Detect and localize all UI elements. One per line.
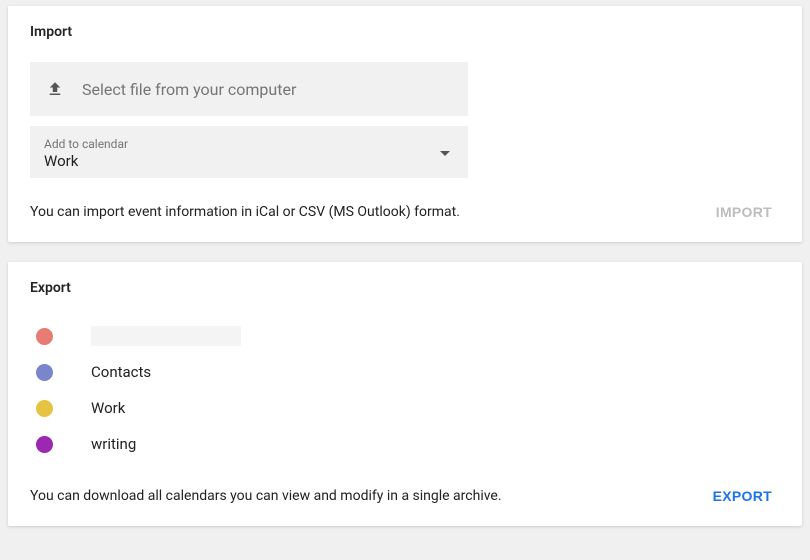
select-file-button[interactable]: Select file from your computer bbox=[30, 62, 468, 116]
calendar-row-2: Work bbox=[30, 390, 780, 426]
chevron-down-icon bbox=[440, 151, 450, 156]
calendar-name: Work bbox=[91, 399, 125, 417]
calendar-row-3: writing bbox=[30, 426, 780, 462]
import-title: Import bbox=[30, 24, 780, 40]
export-button[interactable]: EXPORT bbox=[705, 482, 780, 510]
calendar-color-dot bbox=[36, 436, 53, 453]
add-to-calendar-dropdown[interactable]: Add to calendar Work bbox=[30, 126, 468, 178]
import-card: Import Select file from your computer Ad… bbox=[8, 6, 802, 242]
export-title: Export bbox=[30, 280, 780, 296]
select-file-label: Select file from your computer bbox=[82, 80, 296, 99]
calendar-name: Contacts bbox=[91, 363, 151, 381]
export-help-text: You can download all calendars you can v… bbox=[30, 488, 502, 504]
calendar-name-redacted bbox=[91, 326, 241, 346]
calendar-list: Contacts Work writing bbox=[30, 318, 780, 462]
upload-icon bbox=[46, 80, 64, 98]
calendar-color-dot bbox=[36, 364, 53, 381]
export-card: Export Contacts Work writing You can dow… bbox=[8, 262, 802, 526]
add-to-calendar-label: Add to calendar bbox=[44, 137, 128, 151]
calendar-color-dot bbox=[36, 328, 53, 345]
import-button[interactable]: IMPORT bbox=[708, 198, 780, 226]
calendar-name: writing bbox=[91, 435, 136, 453]
calendar-color-dot bbox=[36, 400, 53, 417]
selected-calendar-value: Work bbox=[44, 152, 128, 170]
calendar-row-1: Contacts bbox=[30, 354, 780, 390]
calendar-row-0 bbox=[30, 318, 780, 354]
import-help-text: You can import event information in iCal… bbox=[30, 204, 460, 220]
